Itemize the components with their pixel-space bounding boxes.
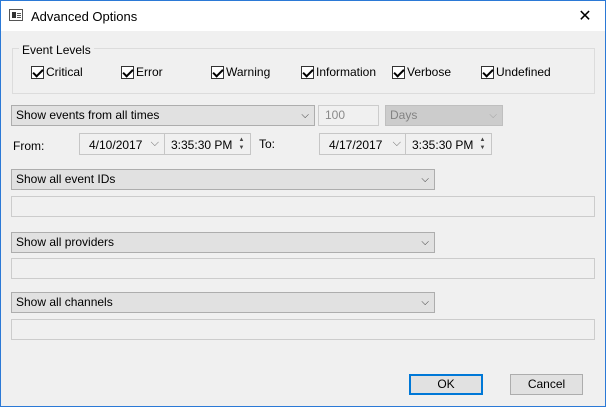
chevron-down-icon: ⌵ xyxy=(421,174,429,185)
checkbox-error[interactable]: Error xyxy=(121,64,163,80)
checkbox-label: Error xyxy=(136,65,163,79)
event-levels-legend: Event Levels xyxy=(19,43,94,57)
checkbox-information[interactable]: Information xyxy=(301,64,376,80)
providers-select[interactable]: Show all providers ⌵ xyxy=(11,232,435,253)
checkbox-undefined[interactable]: Undefined xyxy=(481,64,551,80)
to-date-picker[interactable]: 4/17/2017 ⌵ xyxy=(319,133,407,155)
channels-input[interactable] xyxy=(11,319,595,340)
checkbox-label: Verbose xyxy=(407,65,452,79)
channels-select[interactable]: Show all channels ⌵ xyxy=(11,292,435,313)
close-button[interactable]: ✕ xyxy=(565,1,605,31)
checkbox-warning[interactable]: Warning xyxy=(211,64,270,80)
checkbox-box[interactable] xyxy=(31,65,44,79)
time-range-value: Show events from all times xyxy=(16,108,160,122)
providers-value: Show all providers xyxy=(16,235,115,249)
checkbox-box[interactable] xyxy=(211,65,224,79)
spin-up-icon[interactable]: ▲ xyxy=(235,136,248,144)
checkbox-box[interactable] xyxy=(481,65,494,79)
channels-value: Show all channels xyxy=(16,295,113,309)
event-ids-input[interactable] xyxy=(11,196,595,217)
chevron-down-icon: ⌵ xyxy=(421,237,429,248)
chevron-down-icon[interactable]: ⌵ xyxy=(151,137,159,150)
checkbox-box[interactable] xyxy=(392,65,405,79)
checkbox-label: Information xyxy=(316,65,377,79)
from-time-spinner[interactable]: ▲ ▼ xyxy=(235,136,248,152)
event-ids-value: Show all event IDs xyxy=(16,172,116,186)
chevron-down-icon: ⌵ xyxy=(301,110,309,121)
to-date-value: 4/17/2017 xyxy=(329,138,383,152)
checkbox-label: Undefined xyxy=(496,65,551,79)
app-icon xyxy=(9,9,23,21)
from-time-value: 3:35:30 PM xyxy=(171,138,233,152)
chevron-down-icon: ⌵ xyxy=(489,110,497,121)
time-unit-select[interactable]: Days ⌵ xyxy=(385,105,503,126)
from-date-value: 4/10/2017 xyxy=(89,138,143,152)
checkbox-box[interactable] xyxy=(121,65,134,79)
window-title: Advanced Options xyxy=(31,9,138,24)
checkbox-verbose[interactable]: Verbose xyxy=(392,64,451,80)
event-ids-select[interactable]: Show all event IDs ⌵ xyxy=(11,169,435,190)
providers-input[interactable] xyxy=(11,258,595,279)
to-label: To: xyxy=(259,137,276,151)
checkbox-critical[interactable]: Critical xyxy=(31,64,83,80)
to-time-spinner[interactable]: ▲ ▼ xyxy=(476,136,489,152)
checkbox-box[interactable] xyxy=(301,65,314,79)
title-bar: Advanced Options ✕ xyxy=(1,1,605,31)
from-time-picker[interactable]: 3:35:30 PM ▲ ▼ xyxy=(164,133,251,155)
time-count-input[interactable]: 100 xyxy=(318,105,379,126)
from-date-picker[interactable]: 4/10/2017 ⌵ xyxy=(79,133,165,155)
chevron-down-icon[interactable]: ⌵ xyxy=(393,137,401,150)
spin-up-icon[interactable]: ▲ xyxy=(476,136,489,144)
spin-down-icon[interactable]: ▼ xyxy=(476,144,489,152)
time-range-select[interactable]: Show events from all times ⌵ xyxy=(11,105,315,126)
from-label: From: xyxy=(13,139,45,153)
ok-button[interactable]: OK xyxy=(409,374,483,395)
to-time-picker[interactable]: 3:35:30 PM ▲ ▼ xyxy=(405,133,492,155)
checkbox-label: Critical xyxy=(46,65,83,79)
time-unit-value: Days xyxy=(390,108,418,122)
advanced-options-dialog: Advanced Options ✕ Event Levels Critical… xyxy=(0,0,606,407)
chevron-down-icon: ⌵ xyxy=(421,297,429,308)
checkbox-label: Warning xyxy=(226,65,271,79)
cancel-button[interactable]: Cancel xyxy=(510,374,583,395)
spin-down-icon[interactable]: ▼ xyxy=(235,144,248,152)
to-time-value: 3:35:30 PM xyxy=(412,138,474,152)
